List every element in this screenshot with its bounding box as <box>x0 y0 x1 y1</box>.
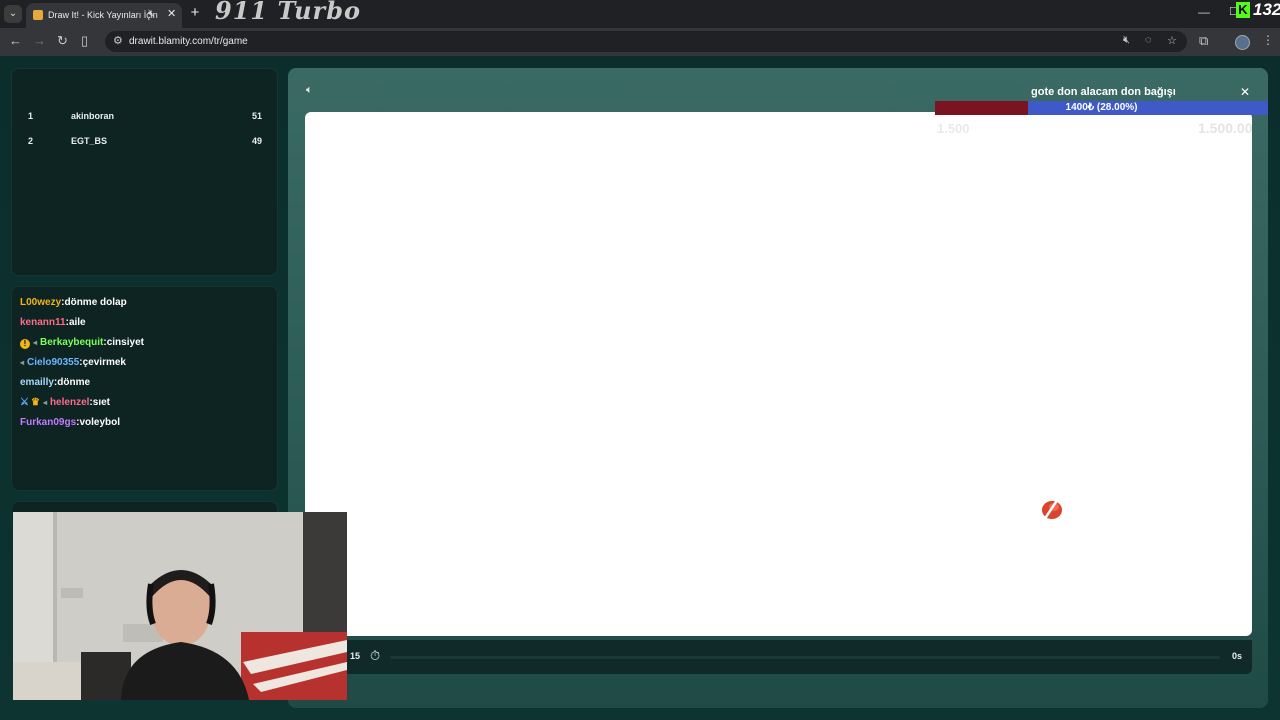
chat-message: ⚔ ♛ ◂ helenzel:sıet <box>20 397 110 408</box>
drawing-canvas[interactable] <box>305 112 1252 636</box>
close-icon[interactable]: ✕ <box>1240 85 1250 99</box>
chat-text: dönme dolap <box>64 297 127 308</box>
chat-username: kenann11 <box>20 317 66 328</box>
leaderboard-row: 2 EGT_BS 49 <box>12 136 277 154</box>
donation-progress-bar: 1400₺ (28.00%) <box>935 101 1268 115</box>
chat-text: dönme <box>57 377 91 388</box>
kick-viewer-count: 132 <box>1253 0 1280 19</box>
speaker-icon[interactable]: 🔈︎ <box>306 84 313 97</box>
chat-text: voleybol <box>79 417 121 428</box>
leaderboard-name: akinboran <box>71 111 115 121</box>
brush-cursor-icon <box>1042 495 1062 521</box>
subscriber-badge-icon: ◂ <box>42 398 47 407</box>
profile-avatar[interactable] <box>1235 35 1250 50</box>
eye-off-icon[interactable]: ◌ <box>1145 34 1152 46</box>
chat-text: sıet <box>92 397 110 408</box>
kick-logo-icon: K <box>1236 2 1250 18</box>
address-toolbar: ← → ↻ ▯ ⚙ drawit.blamity.com/tr/game 🔇︎ … <box>0 28 1280 56</box>
leaderboard-score: 51 <box>251 111 262 121</box>
menu-dots-icon[interactable]: ⋮ <box>1262 33 1274 47</box>
tab-title: Draw It! - Kick Yayınları İçin <box>48 10 158 20</box>
round-number: 15 <box>350 651 361 661</box>
chat-message: kenann11:aile <box>20 317 86 328</box>
audio-off-icon[interactable]: 🔇︎ <box>1123 34 1130 47</box>
webcam-image <box>13 512 347 700</box>
chat-text: cinsiyet <box>106 337 144 348</box>
crown-badge-icon: ♛ <box>30 397 40 408</box>
chat-text: aile <box>68 317 86 328</box>
donation-goal-title: gote don alacam don bağışı <box>1031 86 1176 98</box>
leaderboard-rank: 1 <box>28 111 34 121</box>
leaderboard-name: EGT_BS <box>71 136 108 146</box>
sword-badge-icon: ⚔ <box>20 397 29 408</box>
leaderboard-panel: 1 akinboran 51 2 EGT_BS 49 <box>11 68 278 276</box>
bookmark-star-icon[interactable]: ☆ <box>1167 34 1177 47</box>
chat-message: Furkan09gs:voleybol <box>20 417 121 428</box>
leaderboard-rank: 2 <box>28 136 34 146</box>
subscriber-badge-icon: ◂ <box>33 338 38 347</box>
muted-speaker-icon[interactable]: 🔇︎ <box>148 8 154 19</box>
site-favicon-icon <box>33 10 43 20</box>
time-remaining: 0s <box>1231 651 1242 661</box>
reload-icon[interactable]: ↻ <box>57 33 68 49</box>
donation-min-label: 1.500 <box>937 121 970 136</box>
chat-text: çevirmek <box>82 357 126 368</box>
donation-max-label: 1.500.00 <box>1198 120 1253 136</box>
chat-panel: L00wezy:dönme dolap kenann11:aile ! ◂ Berk… <box>11 286 278 491</box>
chat-username: helenzel <box>49 397 90 408</box>
sidebar-toggle-icon[interactable]: ▯ <box>81 33 88 49</box>
chat-username: Cielo90355 <box>27 357 80 368</box>
time-progress-bar <box>390 656 1220 659</box>
new-tab-button[interactable]: + <box>187 5 203 21</box>
chat-username: Furkan09gs <box>20 417 77 428</box>
stream-logo: 911 Turbo <box>215 0 361 25</box>
chat-username: Berkaybequit <box>40 337 104 348</box>
minimize-window-button[interactable]: — <box>1198 5 1210 19</box>
info-badge-icon: ! <box>20 339 30 349</box>
chat-username: emailly <box>20 377 54 388</box>
leaderboard-score: 49 <box>251 136 262 146</box>
site-info-icon[interactable]: ⚙ <box>113 34 123 47</box>
url-bar[interactable]: ⚙ drawit.blamity.com/tr/game 🔇︎ ◌ ☆ <box>105 31 1187 52</box>
chat-username: L00wezy <box>20 297 62 308</box>
back-arrow-icon[interactable]: ← <box>9 33 22 48</box>
browser-tab-active[interactable]: Draw It! - Kick Yayınları İçin 🔇︎ ✕ <box>26 3 182 28</box>
forward-arrow-icon[interactable]: → <box>33 33 46 48</box>
url-text: drawit.blamity.com/tr/game <box>129 36 248 47</box>
timer-icon: ⏱︎ <box>370 648 381 663</box>
donation-progress-text: 1400₺ (28.00%) <box>1065 102 1138 113</box>
leaderboard-row: 1 akinboran 51 <box>12 111 277 129</box>
extensions-icon[interactable]: ⧉ <box>1199 33 1208 49</box>
chat-message: L00wezy:dönme dolap <box>20 297 127 308</box>
drawing-game-panel: 🔈︎ 15 ⏱︎ 0s <box>288 68 1268 708</box>
streamer-webcam <box>13 512 347 700</box>
chat-message: ! ◂ Berkaybequit:cinsiyet <box>20 337 144 351</box>
close-tab-icon[interactable]: ✕ <box>167 7 176 20</box>
tab-strip: ⌄ Draw It! - Kick Yayınları İçin 🔇︎ ✕ + … <box>0 0 1280 28</box>
round-status-bar: 15 ⏱︎ 0s <box>305 640 1252 674</box>
chat-message: emailly:dönme <box>20 377 91 388</box>
subscriber-badge-icon: ◂ <box>20 358 25 367</box>
chat-message: ◂ Cielo90355:çevirmek <box>20 357 126 368</box>
tab-search-button[interactable]: ⌄ <box>4 5 22 23</box>
